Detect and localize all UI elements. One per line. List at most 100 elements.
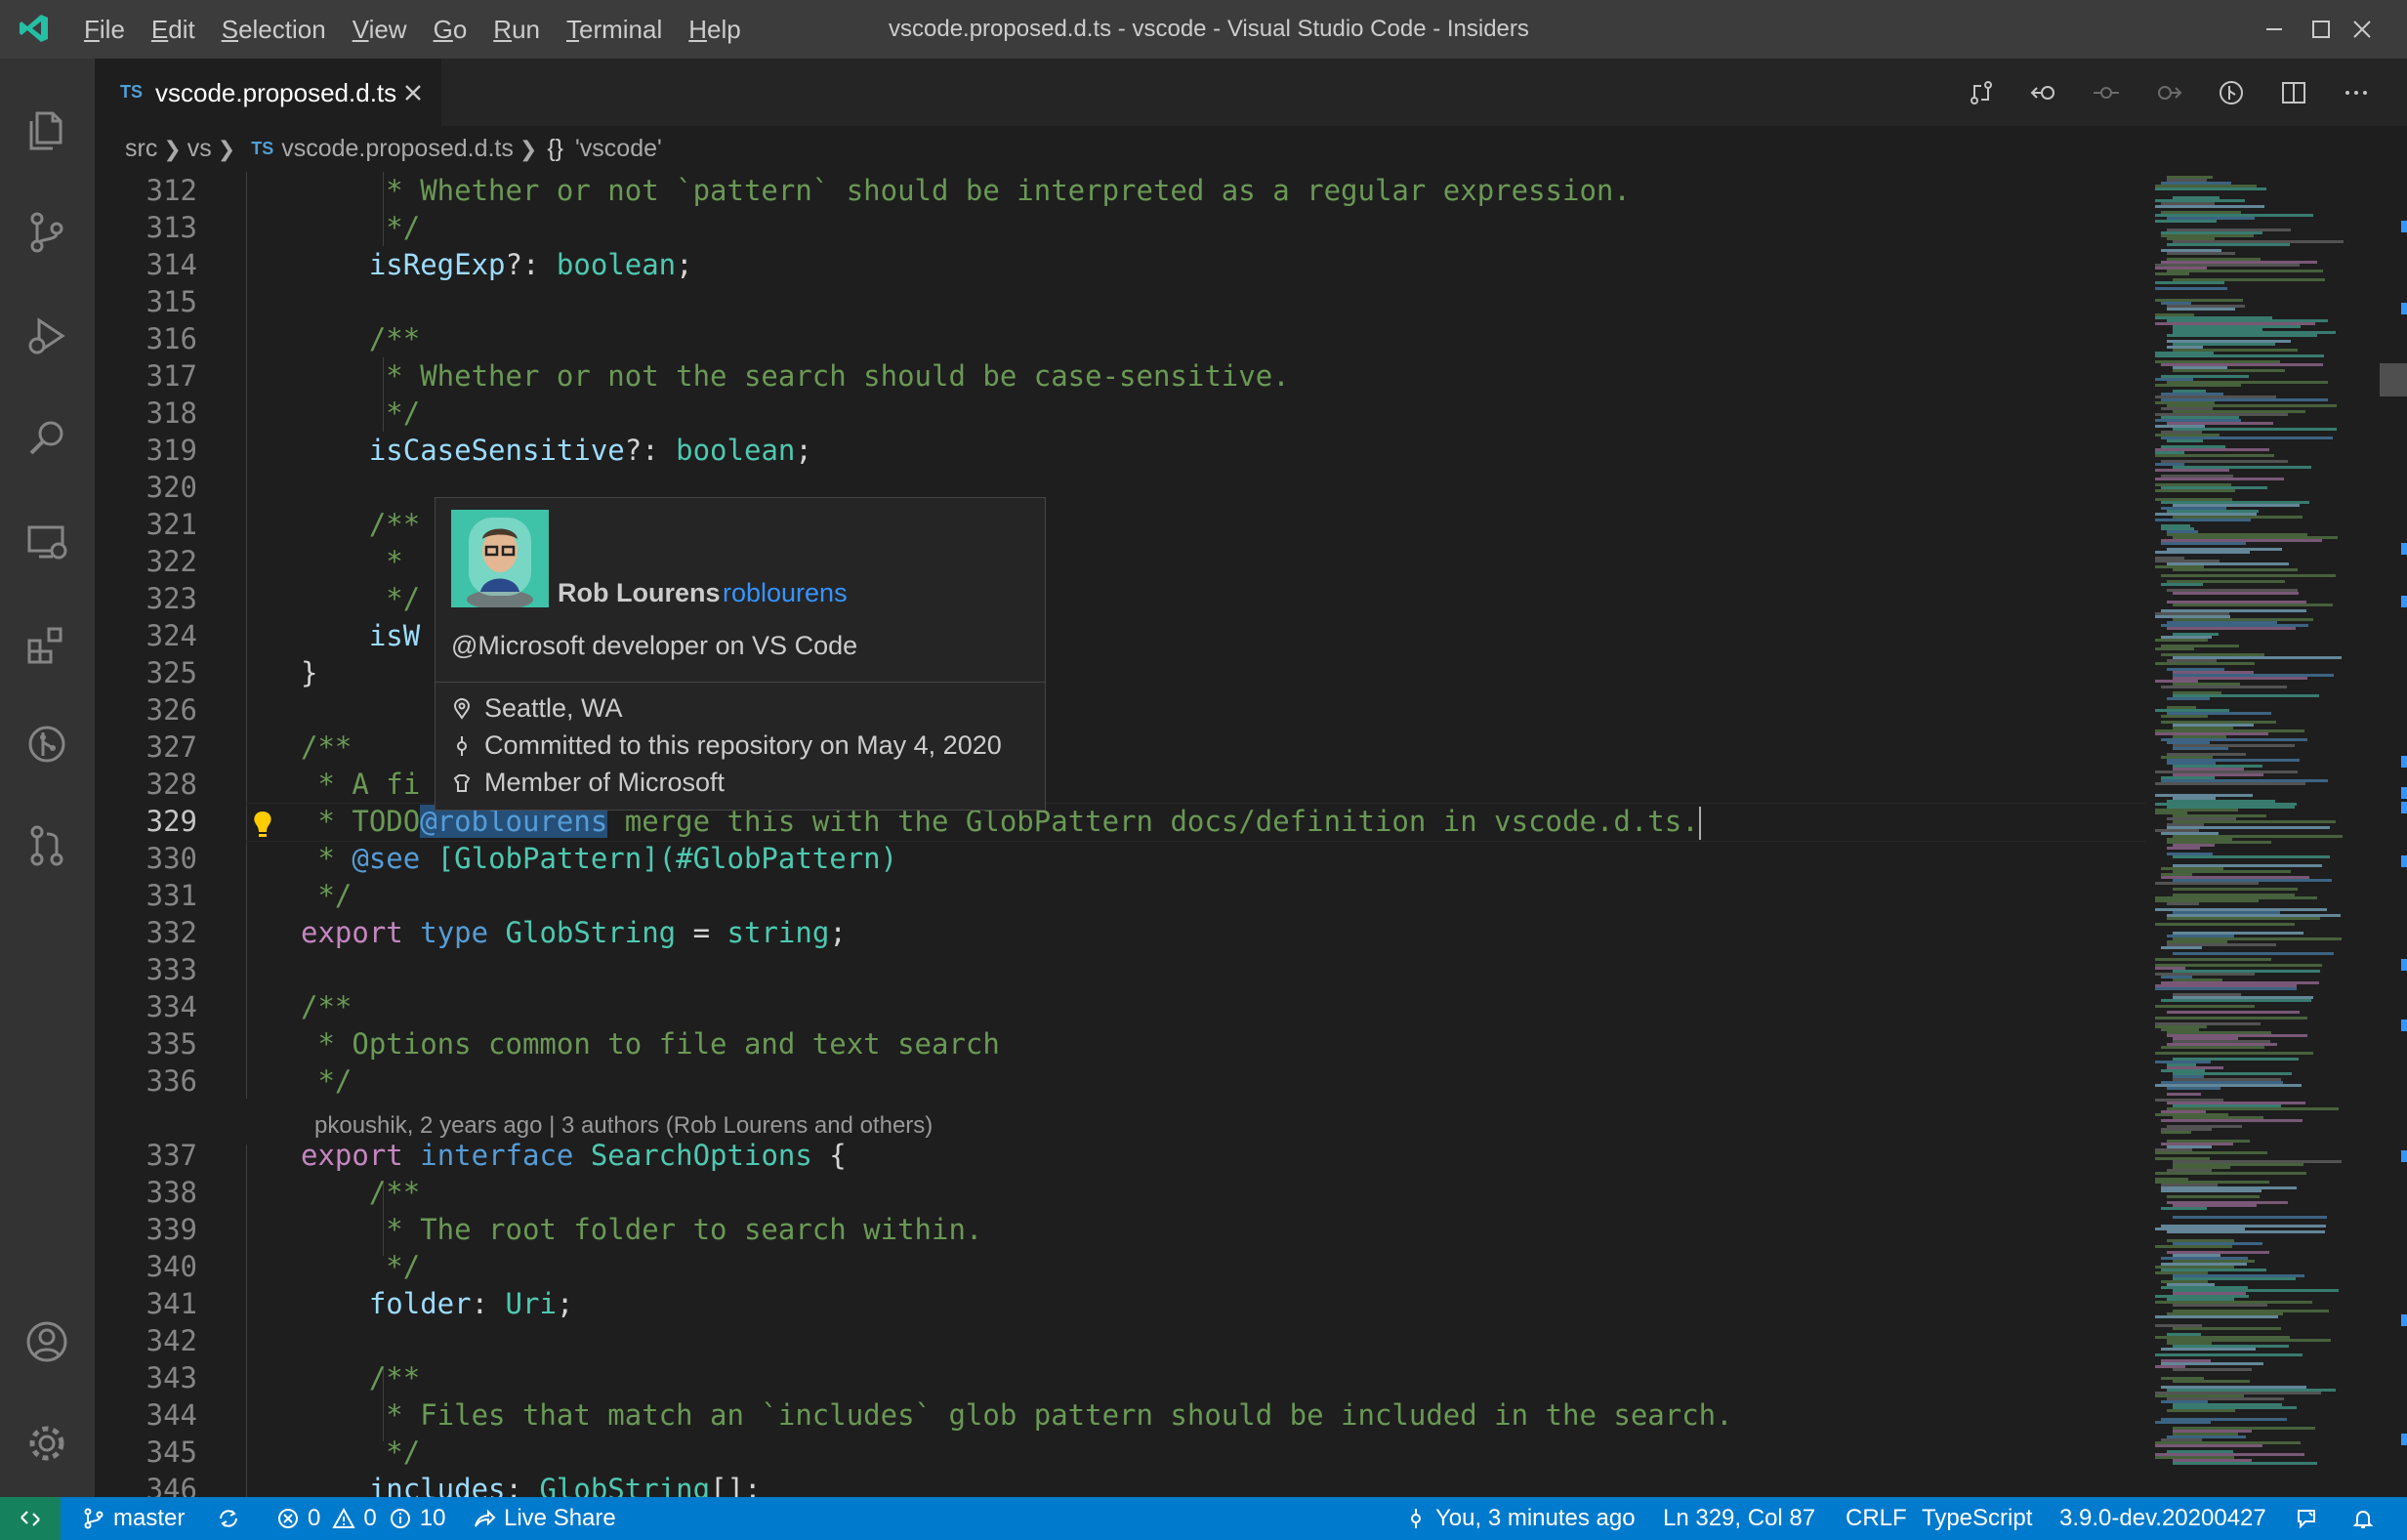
hover-member-row: Member of Microsoft bbox=[451, 768, 725, 798]
line-number[interactable]: 331 bbox=[95, 877, 197, 914]
split-editor-button[interactable] bbox=[2262, 59, 2325, 126]
breadcrumb-item-file[interactable]: vscode.proposed.d.ts bbox=[281, 135, 514, 163]
sync-button[interactable] bbox=[217, 1497, 248, 1540]
remote-explorer-button[interactable] bbox=[18, 512, 76, 570]
line-number[interactable]: 329 bbox=[95, 803, 197, 840]
line-number[interactable]: 321 bbox=[95, 506, 197, 543]
line-number[interactable]: 341 bbox=[95, 1285, 197, 1322]
close-window-button[interactable] bbox=[2319, 0, 2405, 59]
accounts-button[interactable] bbox=[18, 1312, 76, 1371]
line-number[interactable]: 343 bbox=[95, 1359, 197, 1396]
line-number[interactable]: 313 bbox=[95, 209, 197, 246]
hover-user-login-link[interactable]: roblourens bbox=[723, 578, 848, 608]
menu-item-help[interactable]: Help bbox=[688, 15, 740, 45]
line-number[interactable]: 335 bbox=[95, 1025, 197, 1062]
line-number[interactable]: 339 bbox=[95, 1211, 197, 1248]
remote-indicator[interactable] bbox=[0, 1497, 61, 1540]
line-number[interactable]: 340 bbox=[95, 1248, 197, 1285]
line-number[interactable]: 342 bbox=[95, 1322, 197, 1359]
tab-vscode-proposed[interactable]: TS vscode.proposed.d.ts bbox=[95, 59, 441, 126]
line-number[interactable]: 316 bbox=[95, 320, 197, 357]
open-changes-button[interactable] bbox=[1950, 59, 2013, 126]
menu-label: ile bbox=[99, 14, 125, 44]
go-back-button[interactable] bbox=[2013, 59, 2075, 126]
line-number[interactable]: 344 bbox=[95, 1396, 197, 1434]
menu-item-view[interactable]: View bbox=[353, 15, 407, 45]
feedback-button[interactable] bbox=[2295, 1497, 2318, 1540]
line-number[interactable]: 317 bbox=[95, 357, 197, 395]
line-number[interactable]: 320 bbox=[95, 469, 197, 506]
more-actions-button[interactable] bbox=[2325, 59, 2387, 126]
run-debug-button[interactable] bbox=[18, 307, 76, 365]
search-button[interactable] bbox=[18, 408, 76, 467]
branch-status[interactable]: master bbox=[82, 1497, 185, 1540]
scrollbar-slider[interactable] bbox=[2380, 363, 2407, 396]
manage-button[interactable] bbox=[18, 1414, 76, 1473]
line-number[interactable]: 318 bbox=[95, 395, 197, 432]
line-number[interactable]: 345 bbox=[95, 1434, 197, 1471]
line-number[interactable]: 326 bbox=[95, 691, 197, 728]
restore-button[interactable] bbox=[2231, 0, 2317, 59]
language-mode[interactable]: TypeScript bbox=[1922, 1497, 2032, 1540]
close-icon[interactable] bbox=[400, 80, 426, 105]
typescript-version[interactable]: 3.9.0-dev.20200427 bbox=[2059, 1497, 2266, 1540]
line-number[interactable]: 312 bbox=[95, 172, 197, 209]
line-number[interactable]: 330 bbox=[95, 840, 197, 877]
source-control-button[interactable] bbox=[18, 203, 76, 262]
editor-actions bbox=[1950, 59, 2387, 126]
code-token: isW bbox=[368, 619, 421, 652]
cursor-position[interactable]: Ln 329, Col 87 bbox=[1663, 1497, 1815, 1540]
menu-item-selection[interactable]: Selection bbox=[222, 15, 326, 45]
live-share-button[interactable]: Live Share bbox=[473, 1497, 616, 1540]
line-number[interactable]: 338 bbox=[95, 1174, 197, 1211]
blame-status[interactable]: You, 3 minutes ago bbox=[1404, 1497, 1636, 1540]
menu-item-run[interactable]: Run bbox=[493, 15, 540, 45]
line-number[interactable]: 336 bbox=[95, 1062, 197, 1100]
explorer-button[interactable] bbox=[18, 102, 76, 160]
go-forward-icon bbox=[2158, 85, 2182, 100]
line-number[interactable]: 315 bbox=[95, 283, 197, 320]
menu-label: election bbox=[238, 14, 326, 44]
breadcrumb-item-src[interactable]: src bbox=[125, 135, 157, 163]
line-number[interactable]: 337 bbox=[95, 1137, 197, 1174]
vertical-scrollbar[interactable] bbox=[2380, 172, 2407, 1497]
hover-user-bio: @Microsoft developer on VS Code bbox=[451, 631, 858, 660]
breadcrumb-item-vs[interactable]: vs bbox=[187, 135, 212, 163]
menu-item-file[interactable]: File bbox=[84, 15, 125, 45]
eol-status[interactable]: CRLF bbox=[1846, 1497, 1907, 1540]
maximize-icon[interactable] bbox=[2310, 19, 2332, 40]
line-number[interactable]: 314 bbox=[95, 246, 197, 283]
namespace-icon: {} bbox=[547, 135, 564, 162]
commit-button[interactable] bbox=[2075, 59, 2137, 126]
menu-item-edit[interactable]: Edit bbox=[151, 15, 195, 45]
menu-item-go[interactable]: Go bbox=[434, 15, 468, 45]
line-number[interactable]: 324 bbox=[95, 617, 197, 654]
line-number[interactable]: 334 bbox=[95, 988, 197, 1025]
line-number[interactable]: 332 bbox=[95, 914, 197, 951]
code-token: []; bbox=[710, 1473, 762, 1497]
line-number[interactable]: 346 bbox=[95, 1471, 197, 1497]
toggle-blame-button[interactable] bbox=[2200, 59, 2262, 126]
menu-item-terminal[interactable]: Terminal bbox=[566, 15, 662, 45]
line-number[interactable]: 323 bbox=[95, 580, 197, 617]
code-token: Uri bbox=[505, 1287, 557, 1320]
git-graph-button[interactable] bbox=[18, 715, 76, 773]
line-number[interactable]: 328 bbox=[95, 766, 197, 803]
pull-requests-button[interactable] bbox=[18, 816, 76, 875]
problems-status[interactable]: 0 0 10 bbox=[276, 1497, 445, 1540]
extensions-button[interactable] bbox=[18, 615, 76, 674]
go-forward-button[interactable] bbox=[2137, 59, 2200, 126]
code-editor[interactable]: pkoushik, 2 years ago | 3 authors (Rob L… bbox=[95, 172, 2145, 1497]
minimap-line bbox=[2155, 454, 2274, 457]
minimap-line bbox=[2161, 1119, 2303, 1122]
notifications-button[interactable] bbox=[2351, 1497, 2375, 1540]
line-number[interactable]: 325 bbox=[95, 654, 197, 691]
line-number[interactable]: 327 bbox=[95, 728, 197, 766]
line-number[interactable]: 322 bbox=[95, 543, 197, 580]
breadcrumb-item-symbol[interactable]: 'vscode' bbox=[575, 135, 662, 163]
line-number[interactable]: 333 bbox=[95, 951, 197, 988]
code-token: ; bbox=[795, 434, 812, 467]
line-number[interactable]: 319 bbox=[95, 432, 197, 469]
minimap[interactable] bbox=[2145, 172, 2380, 1497]
